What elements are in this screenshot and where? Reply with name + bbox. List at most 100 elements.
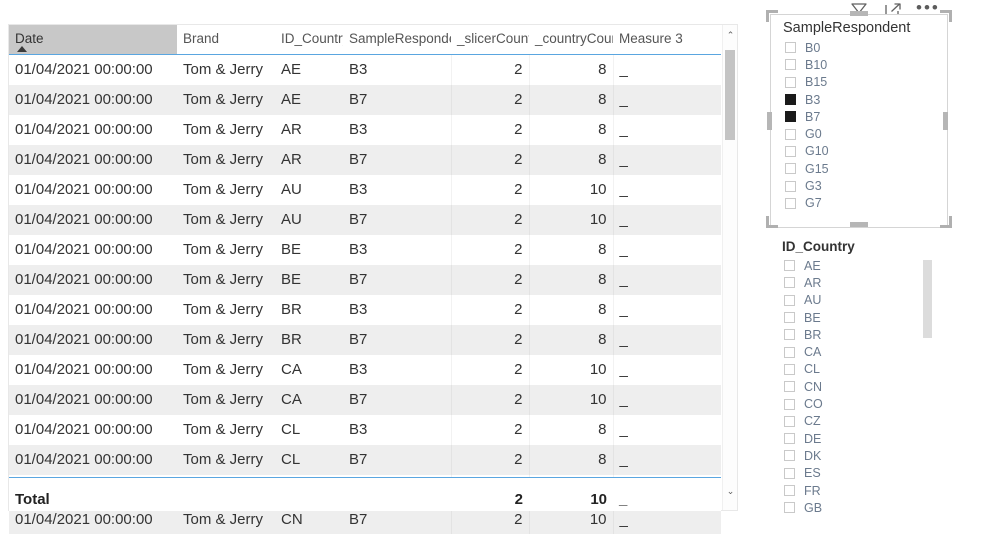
cell-date: 01/04/2021 00:00:00 [15, 61, 153, 79]
checkbox-unchecked-icon[interactable] [784, 363, 795, 375]
table-row[interactable]: 01/04/2021 00:00:00 Tom & Jerry CL B3 2 8 _ [9, 414, 721, 445]
slicer-sample-respondent-item[interactable]: B7 [785, 108, 947, 125]
slicer-sample-respondent[interactable]: SampleRespondent B0 B10 B15 B3 B7 G0 G10 G15 G3 G… [770, 14, 948, 228]
slicer-sample-respondent-item[interactable]: B15 [785, 74, 947, 91]
scroll-down-arrow[interactable]: ⌄ [723, 485, 738, 500]
checkbox-unchecked-icon[interactable] [785, 145, 796, 157]
slicer-sample-respondent-item[interactable]: G15 [785, 160, 947, 177]
checkbox-unchecked-icon[interactable] [784, 312, 795, 324]
slicer-sample-respondent-item[interactable]: B0 [785, 39, 947, 56]
table-row[interactable]: 01/04/2021 00:00:00 Tom & Jerry BR B7 2 8 _ [9, 324, 721, 355]
table-row[interactable]: 01/04/2021 00:00:00 Tom & Jerry CL B7 2 8 _ [9, 444, 721, 475]
checkbox-unchecked-icon[interactable] [784, 329, 795, 341]
checkbox-unchecked-icon[interactable] [784, 415, 795, 427]
table-row[interactable]: 01/04/2021 00:00:00 Tom & Jerry AU B3 2 10 _ [9, 174, 721, 205]
slicer-sample-respondent-item[interactable]: G7 [785, 195, 947, 212]
slicer-sample-respondent-item[interactable]: B3 [785, 91, 947, 108]
slicer-sample-respondent-item[interactable]: G0 [785, 125, 947, 142]
checkbox-unchecked-icon[interactable] [784, 294, 795, 306]
resize-handle-top-right[interactable] [940, 10, 952, 22]
resize-handle-bottom-center[interactable] [850, 222, 868, 227]
slicer-id-country-scrollbar[interactable] [923, 260, 932, 500]
cell-slicercount: 2 [450, 354, 529, 385]
table-row[interactable]: 01/04/2021 00:00:00 Tom & Jerry AE B7 2 8 _ [9, 84, 721, 115]
column-header-brand[interactable]: Brand [177, 25, 275, 55]
slicer-sample-respondent-item-label: B3 [805, 92, 821, 107]
table-row[interactable]: 01/04/2021 00:00:00 Tom & Jerry CA B7 2 10 _ [9, 384, 721, 415]
scroll-up-arrow[interactable]: ⌃ [723, 29, 738, 44]
slicer-sample-respondent-item-label: B10 [805, 57, 828, 72]
cell-brand: Tom & Jerry [183, 61, 264, 79]
checkbox-unchecked-icon[interactable] [784, 502, 795, 514]
checkbox-unchecked-icon[interactable] [784, 381, 795, 393]
cell-slicercount: 2 [450, 294, 529, 325]
cell-countrycount: 8 [528, 264, 613, 295]
cell-respondent: B3 [349, 301, 368, 318]
slicer-sample-respondent-item[interactable]: G10 [785, 143, 947, 160]
column-header-measure3[interactable]: Measure 3 [613, 25, 721, 55]
column-header-label: SampleRespondent [349, 31, 451, 46]
checkbox-unchecked-icon[interactable] [784, 433, 795, 445]
cell-id_country: AU [281, 181, 302, 198]
slicer-sample-respondent-item[interactable]: G3 [785, 177, 947, 194]
table-scroll-area: Date Brand ID_Country SampleRespondent _slic… [9, 25, 721, 534]
cell-slicercount: 2 [450, 384, 529, 415]
checkbox-unchecked-icon[interactable] [784, 260, 795, 272]
resize-handle-bottom-left[interactable] [766, 216, 778, 228]
cell-measure3: _ [612, 174, 721, 205]
slicer-id-country-item-label: AU [804, 293, 822, 308]
checkbox-unchecked-icon[interactable] [785, 163, 796, 175]
checkbox-unchecked-icon[interactable] [785, 197, 796, 209]
checkbox-unchecked-icon[interactable] [784, 277, 795, 289]
checkbox-unchecked-icon[interactable] [785, 42, 796, 54]
checkbox-unchecked-icon[interactable] [784, 485, 795, 496]
resize-handle-top-center[interactable] [850, 11, 868, 16]
slicer-sample-respondent-item-label: G7 [805, 196, 822, 211]
column-header-date[interactable]: Date [9, 25, 177, 55]
column-header-respondent[interactable]: SampleRespondent [343, 25, 451, 55]
table-header-row: Date Brand ID_Country SampleRespondent _slic… [9, 25, 721, 55]
slicer-sample-respondent-item-label: B7 [805, 109, 821, 124]
column-header-id_country[interactable]: ID_Country [275, 25, 343, 55]
table-row[interactable]: 01/04/2021 00:00:00 Tom & Jerry AR B7 2 8 _ [9, 144, 721, 175]
checkbox-checked-icon[interactable] [785, 111, 796, 123]
checkbox-unchecked-icon[interactable] [784, 398, 795, 410]
checkbox-unchecked-icon[interactable] [784, 467, 795, 479]
cell-date: 01/04/2021 00:00:00 [15, 361, 153, 378]
table-visual[interactable]: Date Brand ID_Country SampleRespondent _slic… [8, 24, 738, 534]
checkbox-checked-icon[interactable] [785, 94, 796, 106]
table-vertical-scrollbar[interactable]: ⌃ ⌄ [722, 25, 737, 510]
checkbox-unchecked-icon[interactable] [785, 180, 796, 192]
column-header-slicercount[interactable]: _slicerCount [451, 25, 529, 55]
scrollbar-thumb[interactable] [725, 50, 735, 140]
cell-brand: Tom & Jerry [183, 121, 264, 138]
resize-handle-middle-left[interactable] [767, 112, 772, 130]
slicer-id-country[interactable]: ID_Country AE AR AU BE BR CA CL CN CO CZ DE DK ES FR G… [770, 234, 948, 534]
checkbox-unchecked-icon[interactable] [784, 346, 795, 358]
checkbox-unchecked-icon[interactable] [784, 450, 795, 462]
table-row[interactable]: 01/04/2021 00:00:00 Tom & Jerry AR B3 2 8 _ [9, 114, 721, 145]
slicer-id-country-title: ID_Country [782, 239, 855, 254]
slicer-id-country-item[interactable]: GB [784, 499, 948, 516]
table-row[interactable]: 01/04/2021 00:00:00 Tom & Jerry BE B7 2 8 _ [9, 264, 721, 295]
resize-handle-middle-right[interactable] [943, 112, 948, 130]
slicer-id-country-list: AE AR AU BE BR CA CL CN CO CZ DE DK ES FR GB [770, 257, 948, 516]
checkbox-unchecked-icon[interactable] [785, 128, 796, 140]
table-row[interactable]: 01/04/2021 00:00:00 Tom & Jerry BE B3 2 8 _ [9, 234, 721, 265]
slicer-sample-respondent-item[interactable]: B10 [785, 56, 947, 73]
column-header-label: Date [15, 31, 44, 46]
slicer-id-country-item-label: AE [804, 258, 821, 273]
checkbox-unchecked-icon[interactable] [785, 76, 796, 88]
table-row[interactable]: 01/04/2021 00:00:00 Tom & Jerry AU B7 2 10 _ [9, 204, 721, 235]
checkbox-unchecked-icon[interactable] [785, 59, 796, 71]
cell-countrycount: 8 [528, 84, 613, 115]
table-row[interactable]: 01/04/2021 00:00:00 Tom & Jerry BR B3 2 8 _ [9, 294, 721, 325]
slicer-scrollbar-thumb[interactable] [923, 260, 932, 338]
cell-slicercount: 2 [450, 324, 529, 355]
table-row[interactable]: 01/04/2021 00:00:00 Tom & Jerry CA B3 2 10 _ [9, 354, 721, 385]
column-header-countrycount[interactable]: _countryCount [529, 25, 613, 55]
resize-handle-top-left[interactable] [766, 10, 778, 22]
cell-measure3: _ [612, 444, 721, 475]
table-row[interactable]: 01/04/2021 00:00:00 Tom & Jerry AE B3 2 8 _ [9, 54, 721, 85]
resize-handle-bottom-right[interactable] [940, 216, 952, 228]
